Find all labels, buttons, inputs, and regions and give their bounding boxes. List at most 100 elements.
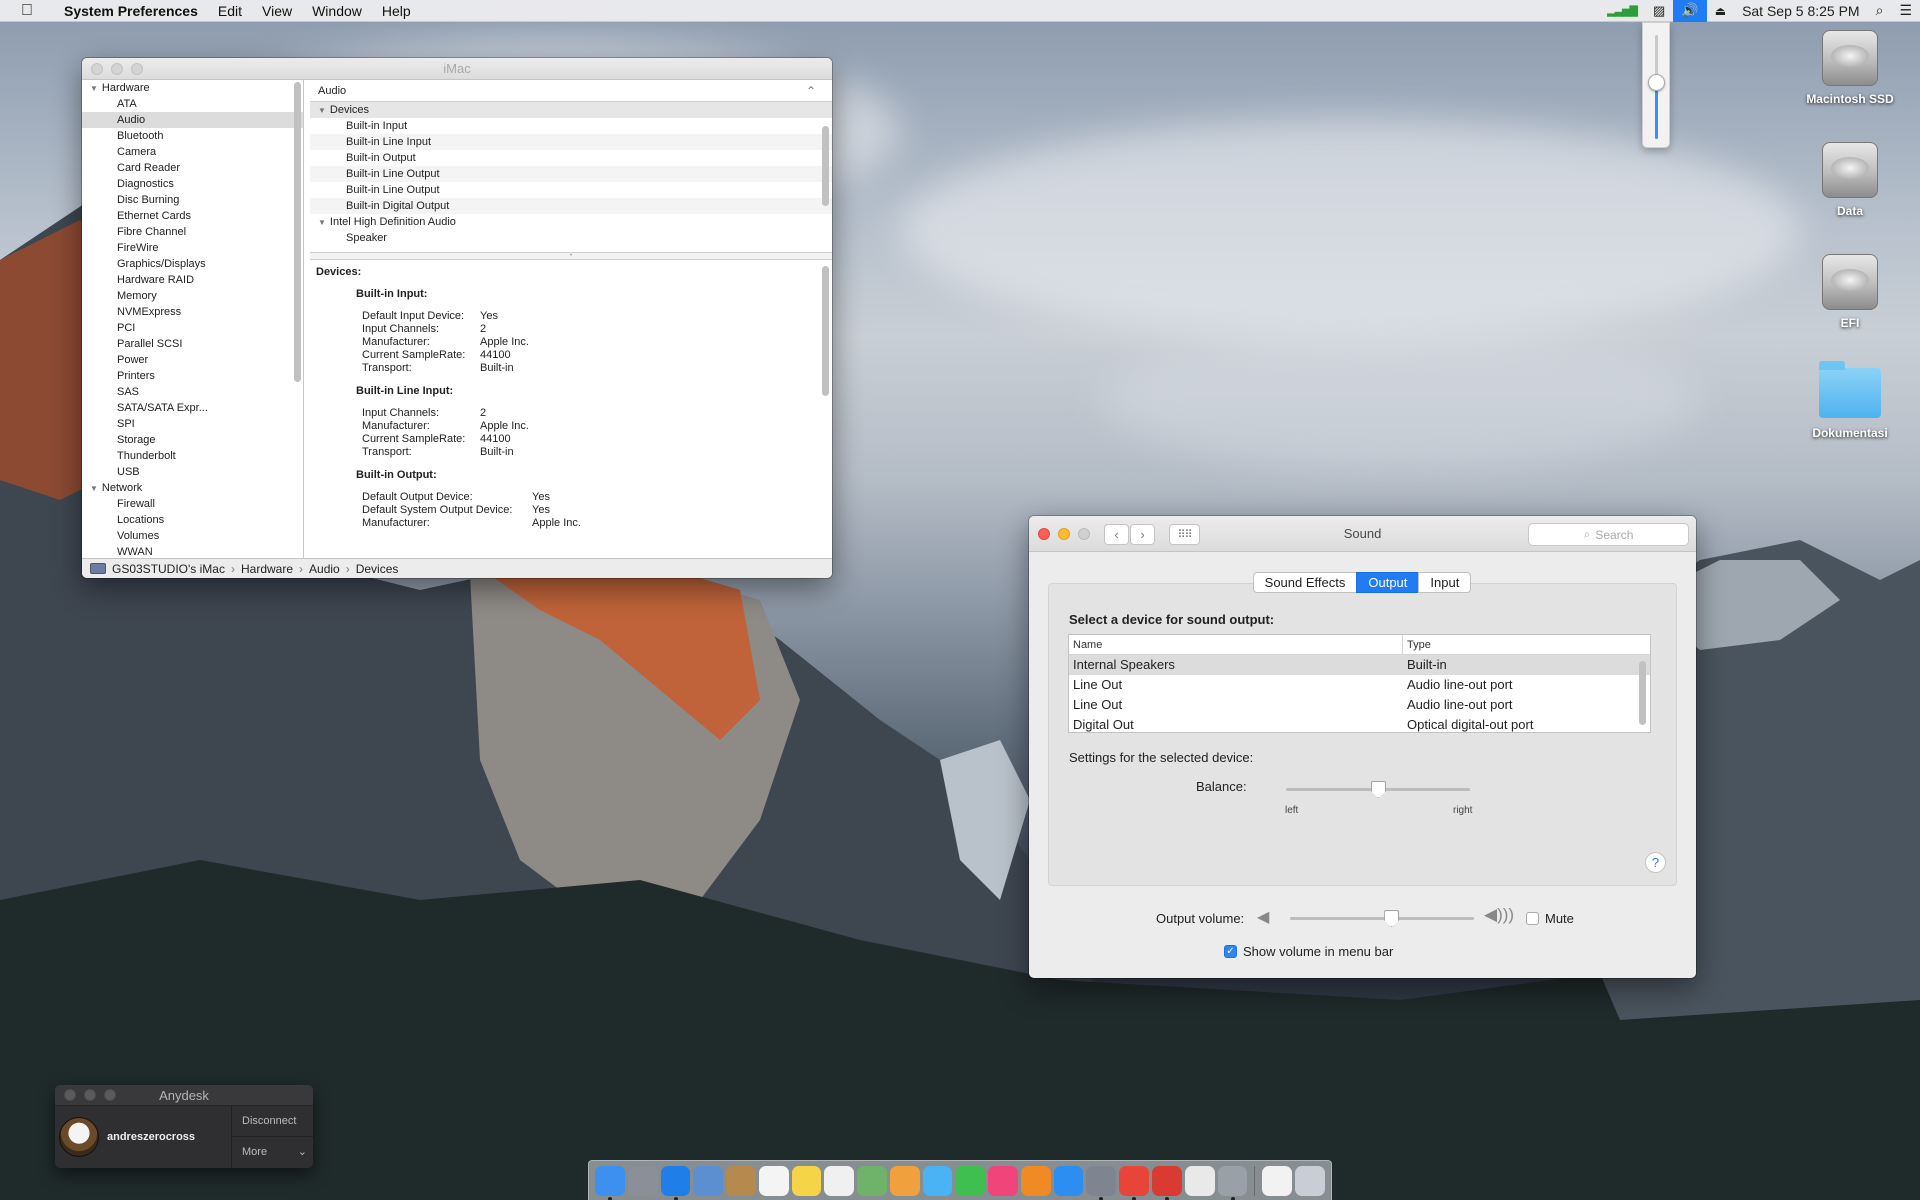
column-header-name[interactable]: Name (1069, 635, 1403, 654)
system-preferences-icon[interactable] (1086, 1165, 1117, 1200)
table-row[interactable]: Digital Out Optical digital-out port (1069, 715, 1650, 732)
anydesk-icon[interactable] (1119, 1165, 1150, 1200)
spotlight-search-icon[interactable]: ⌕ (1868, 2, 1892, 19)
apple-menu-icon[interactable]:  (0, 2, 54, 20)
document-icon[interactable] (1262, 1165, 1293, 1196)
messages-icon[interactable] (922, 1165, 953, 1196)
tree-scrollbar[interactable] (822, 126, 829, 206)
show-all-grid-icon[interactable]: ⠿⠿ (1169, 524, 1200, 545)
desktop-icon-disk[interactable]: EFI (1795, 254, 1905, 330)
sysinfo-titlebar[interactable]: iMac (82, 58, 832, 80)
table-row[interactable]: Line Out Audio line-out port (1069, 675, 1650, 695)
maps-icon[interactable] (857, 1165, 887, 1196)
tree-group-intel-hda[interactable]: Intel High Definition Audio (310, 214, 832, 230)
trash-icon[interactable] (1295, 1165, 1325, 1196)
balance-slider-knob[interactable] (1371, 781, 1386, 798)
device-table-scrollbar[interactable] (1639, 661, 1646, 725)
sidebar-category-hardware[interactable]: Hardware (82, 80, 303, 96)
itunes-icon[interactable] (988, 1165, 1018, 1196)
table-row[interactable]: Internal Speakers Built-in (1069, 655, 1650, 675)
minimize-button[interactable] (84, 1089, 96, 1101)
sidebar-item[interactable]: Audio (82, 112, 303, 128)
sidebar-item[interactable]: SPI (82, 416, 303, 432)
sidebar-item[interactable]: Memory (82, 288, 303, 304)
tree-row[interactable]: Built-in Output (310, 150, 832, 166)
sidebar-item[interactable]: SAS (82, 384, 303, 400)
sidebar-item[interactable]: PCI (82, 320, 303, 336)
tree-row[interactable]: Speaker (310, 230, 832, 246)
disconnect-button[interactable]: Disconnect (232, 1106, 313, 1137)
menu-edit[interactable]: Edit (208, 3, 252, 19)
launchpad-icon[interactable] (627, 1165, 658, 1196)
sidebar-item[interactable]: Camera (82, 144, 303, 160)
sidebar-item[interactable]: NVMExpress (82, 304, 303, 320)
minimize-button[interactable] (111, 62, 123, 75)
sidebar-category-network[interactable]: Network (82, 480, 303, 496)
sidebar-item[interactable]: Card Reader (82, 160, 303, 176)
table-row[interactable]: Line Out Audio line-out port (1069, 695, 1650, 715)
output-volume-slider-knob[interactable] (1384, 910, 1400, 927)
close-button[interactable] (1038, 527, 1050, 540)
eject-icon[interactable]: ⏏ (1707, 4, 1734, 18)
zoom-button[interactable] (104, 1089, 116, 1101)
sidebar-item[interactable]: Volumes (82, 528, 303, 544)
show-volume-checkbox-box[interactable]: ✓ (1224, 945, 1237, 958)
column-header-type[interactable]: Type (1403, 635, 1431, 654)
menu-window[interactable]: Window (302, 3, 372, 19)
notes-icon[interactable] (791, 1165, 822, 1196)
desktop-icon-disk[interactable]: Macintosh SSD (1795, 30, 1905, 106)
sidebar-item[interactable]: Power (82, 352, 303, 368)
tab-input[interactable]: Input (1418, 572, 1472, 593)
tree-row[interactable]: Built-in Line Output (310, 166, 832, 182)
sidebar-item[interactable]: Printers (82, 368, 303, 384)
mute-checkbox-box[interactable] (1526, 912, 1539, 925)
textedit-icon[interactable] (1184, 1165, 1215, 1196)
signal-bars-icon[interactable]: ▂▃▅▇ (1599, 4, 1645, 17)
menu-clock[interactable]: Sat Sep 5 8:25 PM (1734, 3, 1868, 19)
menu-help[interactable]: Help (372, 3, 421, 19)
sidebar-item[interactable]: Fibre Channel (82, 224, 303, 240)
sidebar-item[interactable]: Disc Burning (82, 192, 303, 208)
sidebar-scrollbar[interactable] (294, 82, 301, 382)
sidebar-item[interactable]: Firewall (82, 496, 303, 512)
tree-row[interactable]: Built-in Line Input (310, 134, 832, 150)
forward-button[interactable]: › (1130, 524, 1155, 545)
sidebar-item[interactable]: Graphics/Displays (82, 256, 303, 272)
path-item[interactable]: Hardware (241, 562, 293, 576)
tree-row[interactable]: Built-in Input (310, 118, 832, 134)
path-item[interactable]: Devices (356, 562, 399, 576)
calendar-icon[interactable] (758, 1165, 789, 1196)
sidebar-item[interactable]: SATA/SATA Expr... (82, 400, 303, 416)
reminders-icon[interactable] (824, 1165, 855, 1196)
sidebar-item[interactable]: ATA (82, 96, 303, 112)
zoom-button[interactable] (131, 62, 143, 75)
tab-sound-effects[interactable]: Sound Effects (1252, 572, 1358, 593)
sound-titlebar[interactable]: Sound ‹ › ⠿⠿ ⌕ Search (1029, 516, 1696, 552)
help-button[interactable]: ? (1645, 852, 1666, 873)
sidebar-item[interactable]: Parallel SCSI (82, 336, 303, 352)
sidebar-item[interactable]: Diagnostics (82, 176, 303, 192)
tab-output[interactable]: Output (1356, 572, 1420, 593)
app-store-icon[interactable] (1053, 1165, 1084, 1196)
minimize-button[interactable] (1058, 527, 1070, 540)
anydesk-alt-icon[interactable] (1152, 1165, 1182, 1200)
path-item[interactable]: Audio (309, 562, 340, 576)
sidebar-item[interactable]: FireWire (82, 240, 303, 256)
balance-slider[interactable] (1286, 781, 1470, 798)
mute-checkbox[interactable]: Mute (1526, 911, 1574, 926)
detail-scrollbar[interactable] (822, 266, 829, 396)
sidebar-item[interactable]: Ethernet Cards (82, 208, 303, 224)
zoom-button[interactable] (1078, 527, 1090, 540)
desktop-icon-folder[interactable]: Dokumentasi (1795, 361, 1905, 440)
show-volume-checkbox[interactable]: ✓ Show volume in menu bar (1224, 944, 1393, 959)
safari-icon[interactable] (660, 1165, 691, 1200)
sidebar-item[interactable]: Storage (82, 432, 303, 448)
sidebar-item[interactable]: WWAN (82, 544, 303, 558)
activity-monitor-icon[interactable]: ▨ (1645, 3, 1673, 19)
output-volume-slider[interactable] (1290, 910, 1474, 927)
desktop-icon-disk[interactable]: Data (1795, 142, 1905, 218)
sidebar-item[interactable]: Bluetooth (82, 128, 303, 144)
tree-header[interactable]: Audio (310, 80, 832, 102)
anydesk-titlebar[interactable]: Anydesk (55, 1085, 313, 1106)
split-view-divider[interactable]: • (310, 252, 832, 260)
